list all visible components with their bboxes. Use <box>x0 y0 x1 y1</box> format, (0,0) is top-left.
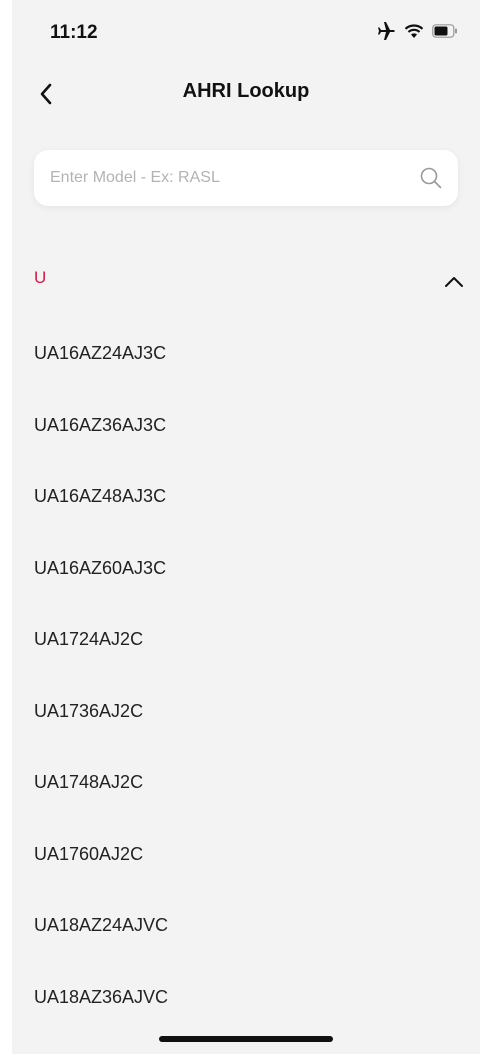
list-item[interactable]: UA1724AJ2C <box>12 604 480 676</box>
wifi-icon <box>404 23 424 44</box>
search-box <box>34 150 458 206</box>
list-item[interactable]: UA16AZ60AJ3C <box>12 533 480 605</box>
home-indicator[interactable] <box>159 1036 333 1042</box>
list-item[interactable]: UA16AZ48AJ3C <box>12 461 480 533</box>
section-letter: U <box>34 268 47 287</box>
app-screen: 11:12 AHRI Lookup Enter Model - Ex: RASL… <box>12 0 480 1054</box>
airplane-mode-icon <box>376 22 396 45</box>
navigation-bar: AHRI Lookup <box>12 62 480 122</box>
list-item[interactable]: UA1736AJ2C <box>12 676 480 748</box>
section-header-u[interactable]: U <box>12 258 480 308</box>
list-item[interactable]: UA16AZ24AJ3C <box>12 318 480 390</box>
chevron-up-icon[interactable] <box>442 270 466 294</box>
battery-icon <box>432 24 458 43</box>
list-item[interactable]: UA18AZ36AJVC <box>12 962 480 1034</box>
list-item[interactable]: UA16AZ36AJ3C <box>12 390 480 462</box>
list-item[interactable]: UA1760AJ2C <box>12 819 480 891</box>
status-icons <box>376 22 458 45</box>
search-input[interactable] <box>48 150 406 206</box>
list-item[interactable]: UA18AZ24AJVC <box>12 890 480 962</box>
model-list: UA16AZ24AJ3C UA16AZ36AJ3C UA16AZ48AJ3C U… <box>12 318 480 1033</box>
search-icon[interactable] <box>418 165 444 191</box>
status-time: 11:12 <box>50 22 98 43</box>
status-bar: 11:12 <box>12 0 480 62</box>
page-title: AHRI Lookup <box>182 80 310 102</box>
list-item[interactable]: UA1748AJ2C <box>12 747 480 819</box>
